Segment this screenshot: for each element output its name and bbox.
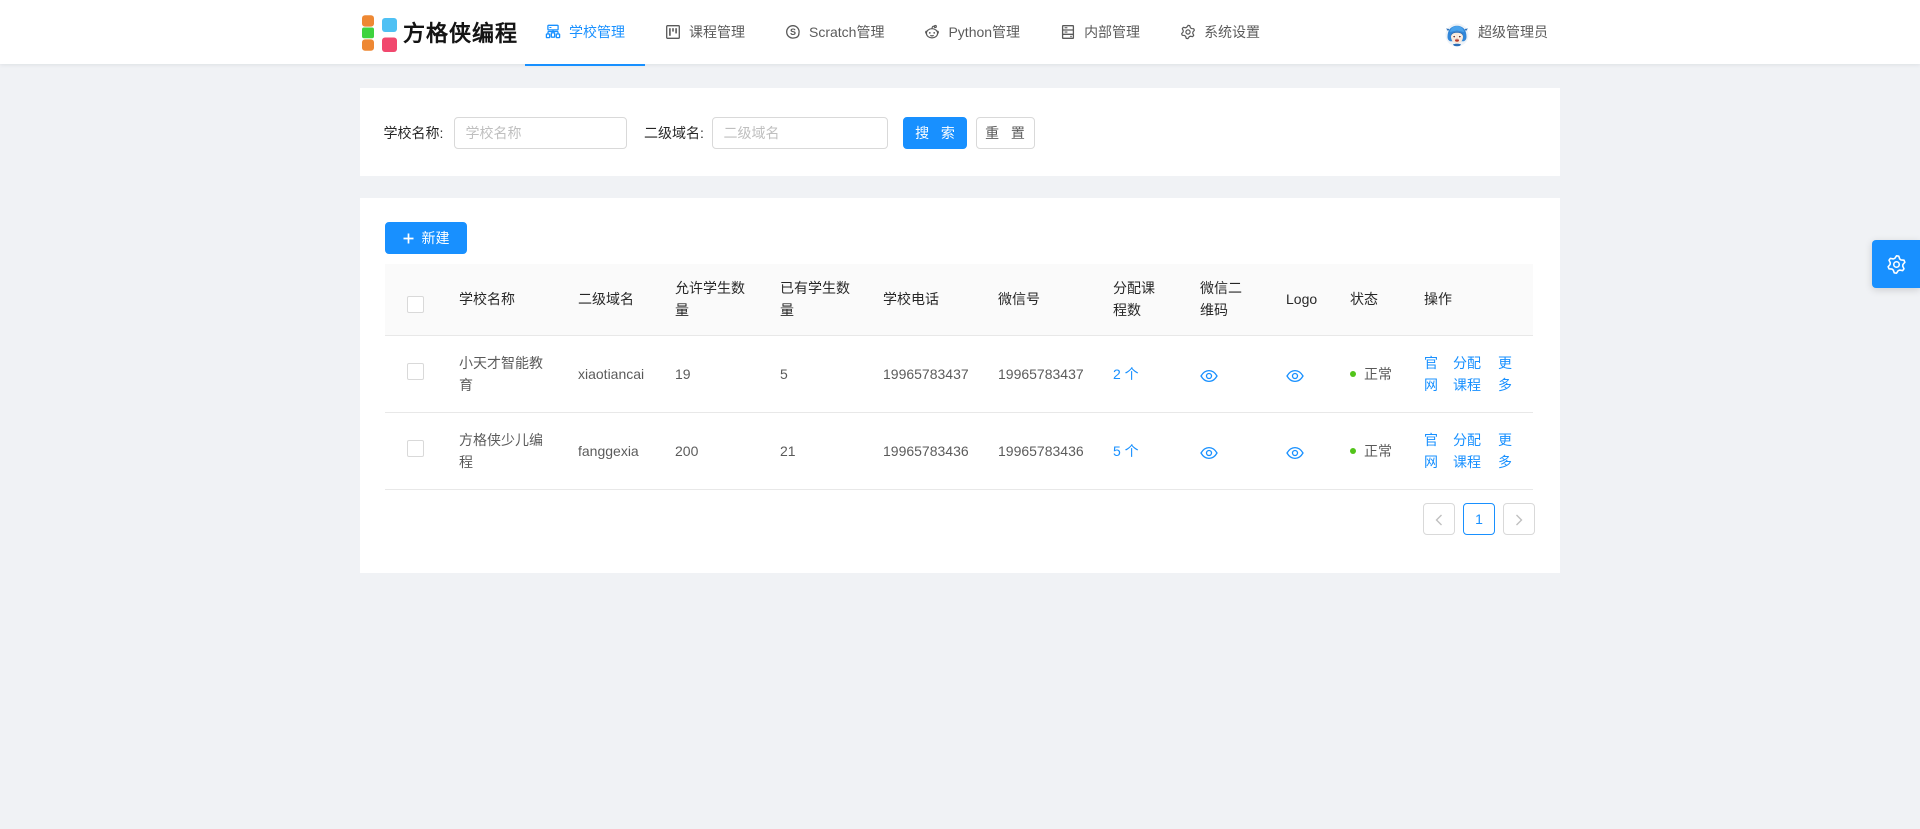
svg-text:S: S [790, 27, 796, 37]
